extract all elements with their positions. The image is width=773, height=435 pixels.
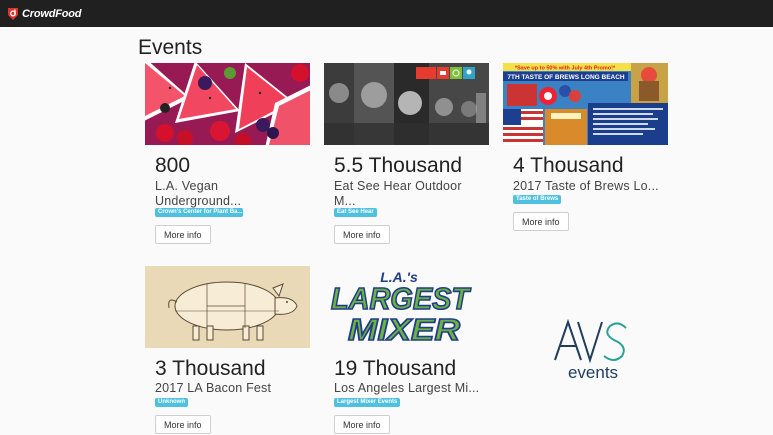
attendance-count: 3 Thousand [155,357,266,380]
event-card: events [503,266,668,435]
attendance-count: 19 Thousand [334,357,457,380]
event-image-link[interactable]: L.A.'s LARGEST MIXER [324,266,489,348]
flyer-title-text: 7TH TASTE OF BREWS LONG BEACH [507,74,625,81]
event-image-link[interactable] [145,63,310,145]
top-navbar: CrowdFood [0,0,773,27]
event-card: 3 Thousand 2017 LA Bacon Fest Unknown Mo… [145,266,310,435]
taste-of-brews-flyer-image: *Save up to 50% with July 4th Promo!* 7T… [503,63,668,145]
event-name-line: L.A. Vegan [155,179,219,193]
logo-text-events: events [568,363,618,382]
event-name: Los Angeles Largest Mi... [334,381,489,396]
brand-link[interactable]: CrowdFood [7,5,81,22]
event-card: 800 L.A. Vegan Underground... Crown's Ce… [145,63,310,249]
organizer-badge[interactable]: Unknown [155,398,188,407]
pig-diagram-image [145,266,310,348]
watermelon-berries-image [145,63,310,145]
event-name-line: Los Angeles Largest Mi... [334,381,480,395]
event-name-line: 2017 Taste of Brews Lo... [513,179,659,193]
page-title: Events [138,36,203,59]
attendance-count: 5.5 Thousand [334,154,463,177]
event-image-link[interactable] [145,266,310,348]
more-info-button[interactable]: More info [155,225,211,244]
event-name: 2017 LA Bacon Fest [155,381,310,396]
event-card: *Save up to 50% with July 4th Promo!* 7T… [503,63,668,249]
event-image-link[interactable]: *Save up to 50% with July 4th Promo!* 7T… [503,63,668,145]
event-card: 5.5 Thousand Eat See Hear Outdoor M... E… [324,63,489,249]
event-image-link[interactable]: events [548,316,638,386]
event-name: Eat See Hear Outdoor M... [334,179,489,209]
flyer-banner-text: *Save up to 50% with July 4th Promo!* [515,66,616,72]
event-name-line: Underground... [155,194,242,208]
event-name: L.A. Vegan Underground... [155,179,310,209]
event-name: 2017 Taste of Brews Lo... [513,179,668,194]
logo-text-largest: LARGEST [331,281,472,316]
logo-text-mixer: MIXER [348,312,461,347]
event-name-line: M... [334,194,356,208]
attendance-count: 800 [155,154,191,177]
organizer-badge[interactable]: Largest Mixer Events [334,398,401,407]
more-info-button[interactable]: More info [513,212,569,231]
organizer-badge[interactable]: Eat See Hear [334,208,377,217]
organizer-badge[interactable]: Crown's Center for Plant Ba... [155,208,243,217]
more-info-button[interactable]: More info [155,415,211,434]
more-info-button[interactable]: More info [334,225,390,244]
avs-events-logo-image: events [554,318,627,382]
crowdfood-logo-icon [8,7,18,20]
event-name-line: 2017 LA Bacon Fest [155,381,272,395]
event-image-link[interactable] [324,63,489,145]
event-name-line: Eat See Hear Outdoor [334,179,462,193]
concert-collage-image [324,63,489,145]
attendance-count: 4 Thousand [513,154,624,177]
event-card: L.A.'s LARGEST MIXER 19 Thousand Los Ang… [324,266,489,435]
more-info-button[interactable]: More info [334,415,390,434]
brand-name: CrowdFood [22,7,82,20]
organizer-badge[interactable]: Taste of Brews [513,195,562,204]
largest-mixer-logo-image: L.A.'s LARGEST MIXER [324,266,489,348]
